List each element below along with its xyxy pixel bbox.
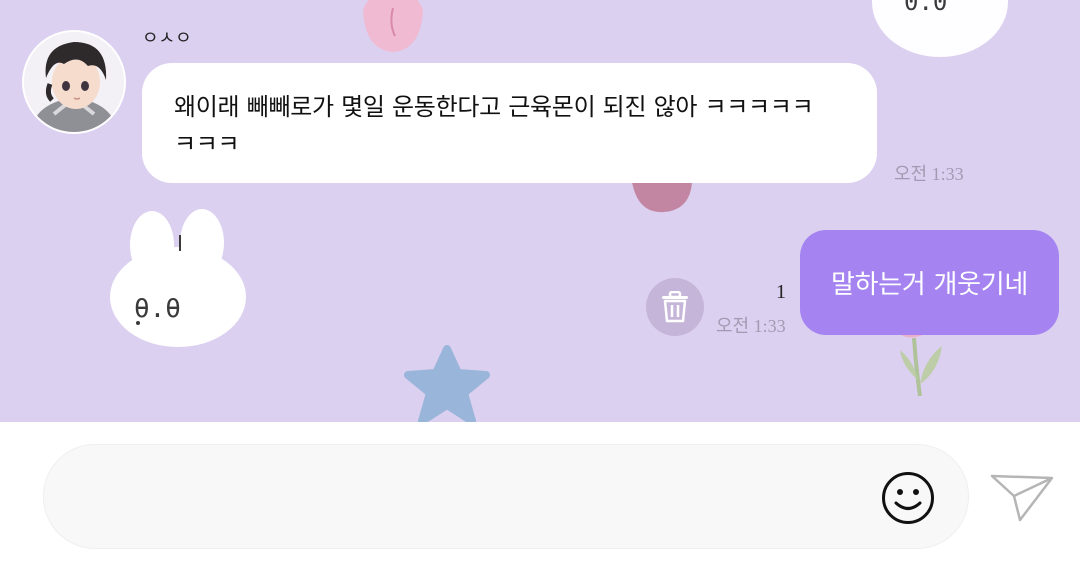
sender-name: ㅇㅅㅇ: [142, 28, 192, 49]
outgoing-message-bubble[interactable]: 말하는거 개웃기네: [800, 230, 1059, 335]
paper-plane-icon: [990, 474, 1054, 522]
bunny-sticker-top: 0.0: [872, 0, 1008, 57]
emoji-button[interactable]: [880, 470, 936, 526]
sender-avatar[interactable]: [22, 30, 126, 134]
outgoing-message-time: 오전 1:33: [716, 316, 786, 336]
incoming-message-line-1: 왜이래 빼빼로가 몇일 운동한다고 근육몬이 되진 않아 ㅋㅋㅋㅋㅋ: [174, 93, 814, 121]
bunny-sticker-left: θ.θ: [110, 209, 246, 347]
delete-message-button[interactable]: [646, 278, 704, 336]
pink-tulip-decoration: [363, 0, 423, 52]
chat-area: 0.0 θ.θ ㅇㅅㅇ 왜이래 빼빼로가 몇일 운동한다고 근육몬이 되진 않아…: [0, 0, 1080, 422]
svg-text:θ.θ: θ.θ: [134, 294, 181, 324]
incoming-message-bubble[interactable]: 왜이래 빼빼로가 몇일 운동한다고 근육몬이 되진 않아 ㅋㅋㅋㅋㅋ ㅋㅋㅋ: [142, 63, 877, 183]
incoming-message-time: 오전 1:33: [894, 164, 964, 184]
profile-illustration: [24, 32, 124, 132]
svg-text:0.0: 0.0: [904, 0, 947, 16]
smiley-icon: [882, 472, 934, 524]
message-input[interactable]: [43, 444, 969, 549]
red-petal-decoration: [632, 182, 692, 213]
blue-star-decoration: [404, 345, 490, 422]
trash-icon: [662, 291, 688, 323]
outgoing-message-text: 말하는거 개웃기네: [831, 270, 1028, 300]
incoming-message-line-2: ㅋㅋㅋ: [174, 130, 240, 158]
send-button[interactable]: [988, 466, 1056, 526]
message-composer: [0, 422, 1080, 569]
unread-count: 1: [776, 281, 786, 303]
